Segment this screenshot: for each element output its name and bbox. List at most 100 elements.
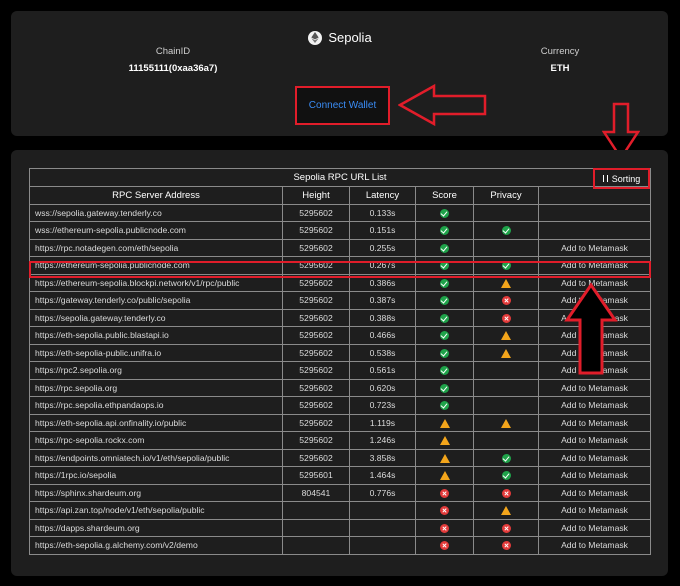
rpc-privacy — [473, 518, 539, 537]
currency-value: ETH — [550, 63, 570, 74]
rpc-privacy — [473, 238, 539, 257]
add-to-metamask-button[interactable]: Add to Metamask — [537, 501, 652, 520]
currency-label: Currency — [540, 46, 580, 57]
column-header-height: Height — [282, 185, 350, 205]
check-circle-icon — [440, 243, 449, 253]
table-title: Sepolia RPC URL List — [28, 168, 652, 187]
rpc-privacy — [473, 431, 539, 450]
rpc-score — [415, 308, 474, 327]
chain-id-block: ChainID 11155111(0xaa36a7) — [112, 46, 234, 74]
rpc-score — [415, 238, 474, 257]
rpc-url: https://rpc.notadegen.com/eth/sepolia — [29, 238, 283, 257]
column-header-score: Score — [415, 185, 474, 205]
rpc-height — [282, 501, 350, 520]
rpc-action-empty — [537, 221, 652, 240]
rpc-privacy — [473, 221, 539, 240]
rpc-url: wss://sepolia.gateway.tenderly.co — [29, 203, 283, 222]
rpc-privacy — [473, 501, 539, 520]
rpc-latency: 3.858s — [349, 448, 416, 467]
rpc-height: 5295602 — [282, 291, 350, 310]
left-arrow-annotation-icon — [398, 83, 487, 127]
rpc-score — [415, 518, 474, 537]
rpc-url: https://endpoints.omniatech.io/v1/eth/se… — [29, 448, 283, 467]
network-name: Sepolia — [328, 30, 372, 45]
rpc-latency — [349, 536, 416, 555]
rpc-score — [415, 448, 474, 467]
add-to-metamask-button[interactable]: Add to Metamask — [537, 238, 652, 257]
chain-id-label: ChainID — [155, 46, 191, 57]
rpc-latency: 0.561s — [349, 361, 416, 380]
rpc-latency: 0.133s — [349, 203, 416, 222]
rpc-height: 5295602 — [282, 431, 350, 450]
rpc-score — [415, 221, 474, 240]
table-row: https://eth-sepolia.public.blastapi.io 52… — [29, 326, 652, 345]
rpc-url: https://sepolia.gateway.tenderly.co — [29, 308, 283, 327]
sorting-button[interactable]: Sorting — [593, 168, 650, 189]
connect-wallet-button[interactable]: Connect Wallet — [295, 86, 390, 125]
rpc-score — [415, 431, 474, 450]
rpc-privacy — [473, 536, 539, 555]
warning-icon — [501, 278, 511, 288]
warning-icon — [501, 348, 511, 358]
table-row: https://1rpc.io/sepolia 5295601 1.464s Add … — [29, 466, 652, 485]
rpc-action-empty — [537, 203, 652, 222]
rpc-privacy — [473, 308, 539, 327]
currency-block: Currency ETH — [530, 46, 590, 74]
add-to-metamask-button[interactable]: Add to Metamask — [537, 256, 652, 275]
rpc-height: 5295602 — [282, 326, 350, 345]
rpc-score — [415, 203, 474, 222]
add-to-metamask-button[interactable]: Add to Metamask — [537, 483, 652, 502]
add-to-metamask-button[interactable]: Add to Metamask — [537, 396, 652, 415]
column-header-address: RPC Server Address — [29, 185, 283, 205]
add-to-metamask-button[interactable]: Add to Metamask — [537, 536, 652, 555]
table-row: https://eth-sepolia.api.onfinality.io/pu… — [29, 413, 652, 432]
pause-icon — [602, 175, 608, 182]
rpc-height: 804541 — [282, 483, 350, 502]
add-to-metamask-button[interactable]: Add to Metamask — [537, 431, 652, 450]
rpc-score — [415, 413, 474, 432]
rpc-latency: 1.464s — [349, 466, 416, 485]
check-circle-icon — [440, 278, 449, 288]
rpc-url: https://rpc-sepolia.rockx.com — [29, 431, 283, 450]
table-row: https://sphinx.shardeum.org 804541 0.776s A… — [29, 483, 652, 502]
rpc-height: 5295602 — [282, 396, 350, 415]
rpc-privacy — [473, 483, 539, 502]
rpc-latency: 0.255s — [349, 238, 416, 257]
x-circle-icon — [501, 313, 511, 323]
add-to-metamask-button[interactable]: Add to Metamask — [537, 413, 652, 432]
add-to-metamask-button[interactable]: Add to Metamask — [537, 448, 652, 467]
rpc-height: 5295602 — [282, 203, 350, 222]
rpc-height — [282, 518, 350, 537]
rpc-privacy — [473, 413, 539, 432]
add-to-metamask-button[interactable]: Add to Metamask — [537, 378, 652, 397]
x-circle-icon — [501, 488, 511, 498]
rpc-privacy — [473, 203, 539, 222]
rpc-url: https://sphinx.shardeum.org — [29, 483, 283, 502]
table-row: https://ethereum-sepolia.publicnode.com 5… — [29, 256, 652, 275]
rpc-height — [282, 536, 350, 555]
rpc-privacy — [473, 396, 539, 415]
x-circle-icon — [501, 541, 511, 551]
add-to-metamask-button[interactable]: Add to Metamask — [537, 466, 652, 485]
table-row: https://gateway.tenderly.co/public/sepol… — [29, 291, 652, 310]
warning-icon — [501, 331, 511, 341]
rpc-url: https://rpc2.sepolia.org — [29, 361, 283, 380]
check-circle-icon — [501, 226, 511, 236]
rpc-latency: 0.466s — [349, 326, 416, 345]
rpc-url: https://dapps.shardeum.org — [29, 518, 283, 537]
rpc-privacy — [473, 466, 539, 485]
rpc-table-body: wss://sepolia.gateway.tenderly.co 5295602… — [29, 203, 652, 555]
table-row: https://dapps.shardeum.org Add to Metamas… — [29, 518, 652, 537]
check-circle-icon — [440, 261, 449, 271]
warning-icon — [501, 418, 511, 428]
rpc-score — [415, 256, 474, 275]
rpc-latency: 0.723s — [349, 396, 416, 415]
table-row: https://eth-sepolia.g.alchemy.com/v2/dem… — [29, 536, 652, 555]
rpc-height: 5295602 — [282, 448, 350, 467]
x-circle-icon — [440, 488, 449, 498]
table-row: https://rpc.notadegen.com/eth/sepolia 529… — [29, 238, 652, 257]
add-to-metamask-button[interactable]: Add to Metamask — [537, 518, 652, 537]
table-row: https://rpc.sepolia.ethpandaops.io 529560… — [29, 396, 652, 415]
rpc-score — [415, 536, 474, 555]
rpc-latency: 1.119s — [349, 413, 416, 432]
